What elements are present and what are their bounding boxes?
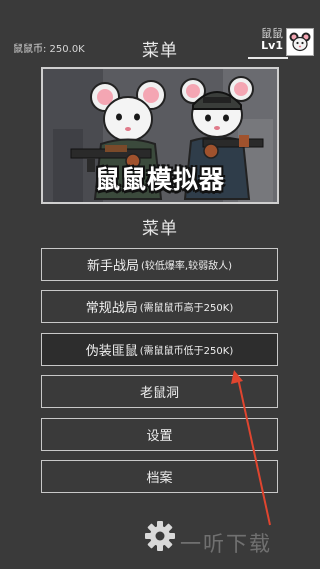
watermark: 一听下载 <box>180 532 272 556</box>
game-banner: 鼠鼠模拟器 <box>41 67 279 204</box>
archive-button[interactable]: 档案 <box>41 460 278 493</box>
novice-battle-button[interactable]: 新手战局 (较低爆率,较弱敌人) <box>41 248 278 281</box>
button-sublabel: (较低爆率,较弱敌人) <box>141 261 232 272</box>
button-sublabel: (需鼠鼠币高于250K) <box>139 303 234 314</box>
button-label: 设置 <box>146 429 173 444</box>
player-profile[interactable]: 鼠鼠 Lv1 <box>261 28 314 56</box>
disguise-bandit-button[interactable]: 伪装匪鼠 (需鼠鼠币低于250K) <box>41 333 278 366</box>
gear-icon[interactable] <box>144 520 176 552</box>
button-label: 新手战局 <box>87 259 140 274</box>
menu-heading: 菜单 <box>142 219 178 239</box>
level-progress-line <box>248 57 288 59</box>
button-label: 老鼠洞 <box>139 386 179 401</box>
mouse-avatar-icon <box>289 32 311 52</box>
button-sublabel: (需鼠鼠币低于250K) <box>139 346 234 357</box>
button-label: 档案 <box>146 471 173 486</box>
avatar[interactable] <box>286 28 314 56</box>
regular-battle-button[interactable]: 常规战局 (需鼠鼠币高于250K) <box>41 290 278 323</box>
mouse-hole-button[interactable]: 老鼠洞 <box>41 375 278 408</box>
top-bar: 鼠鼠币: 250.0K 菜单 鼠鼠 Lv1 <box>0 0 320 64</box>
settings-button[interactable]: 设置 <box>41 418 278 451</box>
game-title: 鼠鼠模拟器 <box>94 165 225 194</box>
button-label: 常规战局 <box>85 301 138 316</box>
button-label: 伪装匪鼠 <box>85 344 138 359</box>
player-level: Lv1 <box>261 39 283 52</box>
